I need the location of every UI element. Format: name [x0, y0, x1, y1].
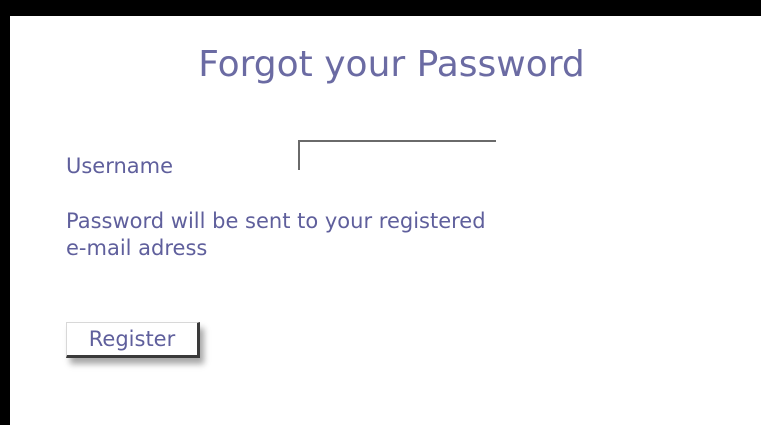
page-title: Forgot your Password — [198, 44, 585, 85]
register-button[interactable]: Register — [66, 322, 200, 358]
username-input[interactable] — [298, 140, 496, 170]
username-label: Username — [66, 154, 174, 178]
password-sent-note: Password will be sent to your registered… — [66, 209, 486, 260]
forgot-password-panel: Forgot your Password Username Password w… — [10, 16, 761, 425]
